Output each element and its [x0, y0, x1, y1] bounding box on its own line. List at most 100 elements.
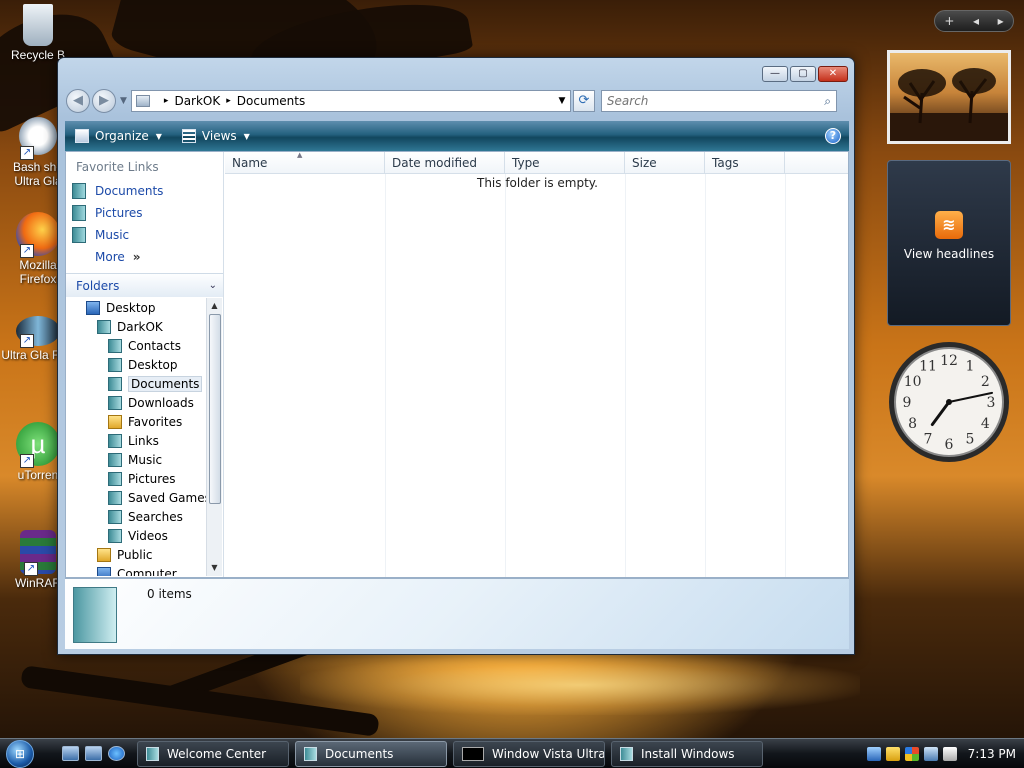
- taskbar-button-documents[interactable]: Documents: [295, 740, 447, 767]
- folder-tree-item[interactable]: Music: [66, 450, 206, 469]
- feed-headlines-gadget[interactable]: ≋ View headlines: [887, 160, 1011, 326]
- start-button[interactable]: ⊞: [0, 739, 40, 768]
- folder-tree-label: DarkOK: [117, 319, 163, 334]
- taskbar-button-install-windows[interactable]: Install Windows: [611, 740, 763, 767]
- breadcrumb-darkok[interactable]: DarkOK: [174, 94, 220, 108]
- folder-tree-label: Searches: [128, 509, 183, 524]
- folder-icon: [97, 566, 111, 576]
- back-button[interactable]: ◀: [66, 89, 90, 113]
- favorite-link-label: Documents: [95, 184, 164, 198]
- close-button[interactable]: ✕: [818, 66, 848, 82]
- taskbar-button-welcome-center[interactable]: Welcome Center: [137, 740, 289, 767]
- file-list[interactable]: ▲ Name Date modified Type Size Tags This…: [225, 151, 848, 577]
- folder-tree-item[interactable]: Links: [66, 431, 206, 450]
- folder-tree-item[interactable]: Computer: [66, 564, 206, 576]
- folder-icon: [108, 357, 122, 372]
- column-gridline: [505, 174, 506, 577]
- clock-numeral: 10: [904, 374, 922, 390]
- column-header-tags[interactable]: Tags: [705, 152, 785, 174]
- favorite-links-more[interactable]: More »: [66, 246, 223, 268]
- scroll-up-button[interactable]: ▲: [207, 298, 222, 314]
- sort-ascending-icon: ▲: [297, 151, 303, 159]
- recent-pages-dropdown[interactable]: ▼: [120, 96, 127, 106]
- display-icon[interactable]: [923, 746, 938, 761]
- folder-tree-item[interactable]: Saved Games: [66, 488, 206, 507]
- maximize-button[interactable]: ▢: [790, 66, 816, 82]
- windows-flag-icon[interactable]: [904, 746, 919, 761]
- next-gadget-button[interactable]: ▸: [998, 14, 1004, 28]
- search-input[interactable]: [606, 94, 807, 108]
- column-header-size[interactable]: Size: [625, 152, 705, 174]
- forward-button[interactable]: ▶: [92, 89, 116, 113]
- clock-numeral: 7: [924, 431, 933, 447]
- folder-tree-item[interactable]: Desktop: [66, 355, 206, 374]
- scroll-down-button[interactable]: ▼: [207, 560, 222, 576]
- folder-tree-item[interactable]: Videos: [66, 526, 206, 545]
- organize-label: Organize: [95, 129, 149, 143]
- address-bar[interactable]: ▸ DarkOK ▸ Documents ▼: [130, 90, 571, 112]
- column-header-label: Tags: [712, 156, 739, 170]
- views-button[interactable]: Views ▼: [172, 129, 260, 143]
- windows-logo-icon: ⊞: [6, 739, 34, 768]
- folder-tree-item[interactable]: Desktop: [66, 298, 206, 317]
- internet-explorer-icon[interactable]: [108, 746, 125, 761]
- column-gridline: [625, 174, 626, 577]
- explorer-window: — ▢ ✕ ◀ ▶ ▼ ▸ DarkOK ▸ Documents ▼ ⟳ ⌕ O…: [57, 57, 855, 655]
- chevron-down-icon: ▼: [155, 131, 162, 141]
- folders-heading[interactable]: Folders ⌄: [66, 273, 223, 297]
- views-icon: [181, 129, 196, 143]
- refresh-button[interactable]: ⟳: [572, 90, 595, 112]
- breadcrumb-documents[interactable]: Documents: [237, 94, 305, 108]
- search-icon[interactable]: ⌕: [824, 94, 831, 109]
- address-dropdown[interactable]: ▼: [554, 96, 570, 106]
- scrollbar-thumb[interactable]: [209, 314, 221, 504]
- network-icon[interactable]: [866, 746, 881, 761]
- breadcrumb-separator-icon[interactable]: ▸: [164, 96, 169, 106]
- folder-tree-item[interactable]: Contacts: [66, 336, 206, 355]
- breadcrumb-separator-icon[interactable]: ▸: [226, 96, 231, 106]
- slideshow-gadget[interactable]: [887, 50, 1011, 144]
- show-desktop-icon[interactable]: [62, 746, 79, 761]
- security-shield-icon[interactable]: [885, 746, 900, 761]
- minimize-button[interactable]: —: [762, 66, 788, 82]
- folder-icon: [108, 528, 122, 543]
- clock-gadget[interactable]: 12 12 3 45678 9 1011: [887, 340, 1011, 464]
- column-header-type[interactable]: Type: [505, 152, 625, 174]
- folder-icon: [146, 746, 159, 761]
- double-chevron-icon: »: [132, 250, 141, 264]
- folder-tree-item[interactable]: Downloads: [66, 393, 206, 412]
- favorite-link-music[interactable]: Music: [66, 224, 223, 246]
- folder-icon: [108, 338, 122, 353]
- folder-tree-label: Downloads: [128, 395, 194, 410]
- folder-tree-item[interactable]: Public: [66, 545, 206, 564]
- help-icon[interactable]: ?: [825, 128, 841, 144]
- clock-numeral: 3: [987, 395, 996, 411]
- folders-label: Folders: [76, 278, 120, 293]
- folder-icon: [108, 433, 122, 448]
- folder-tree-scrollbar[interactable]: ▲ ▼: [206, 298, 222, 576]
- organize-button[interactable]: Organize ▼: [65, 129, 172, 143]
- favorite-link-documents[interactable]: Documents: [66, 180, 223, 202]
- favorite-link-pictures[interactable]: Pictures: [66, 202, 223, 224]
- navigation-pane: Favorite Links Documents Pictures Music …: [66, 152, 224, 577]
- trees-photo: [890, 68, 1008, 141]
- prev-gadget-button[interactable]: ◂: [973, 14, 979, 28]
- folder-tree-item[interactable]: Documents: [66, 374, 206, 393]
- clock-time[interactable]: 7:13 PM: [968, 747, 1016, 761]
- folder-tree-item[interactable]: Pictures: [66, 469, 206, 488]
- folder-tree-item[interactable]: Searches: [66, 507, 206, 526]
- switch-windows-icon[interactable]: [85, 746, 102, 761]
- add-gadget-button[interactable]: +: [944, 14, 954, 28]
- volume-muted-icon[interactable]: [942, 746, 957, 761]
- column-header-label: Date modified: [392, 156, 478, 170]
- column-header-name[interactable]: ▲ Name: [225, 151, 385, 174]
- folder-tree-item[interactable]: Favorites: [66, 412, 206, 431]
- folder-tree-item[interactable]: DarkOK: [66, 317, 206, 336]
- desktop-icon-recycle-bin[interactable]: Recycle B: [0, 4, 76, 62]
- column-header-date-modified[interactable]: Date modified: [385, 152, 505, 174]
- chevron-down-icon: ⌄: [208, 280, 217, 291]
- item-count: 0 items: [147, 587, 192, 601]
- taskbar-button-command-prompt[interactable]: Window Vista Ultra ...: [453, 740, 605, 767]
- view-headlines-link[interactable]: View headlines: [888, 247, 1010, 261]
- fish-icon: ↗: [16, 316, 60, 348]
